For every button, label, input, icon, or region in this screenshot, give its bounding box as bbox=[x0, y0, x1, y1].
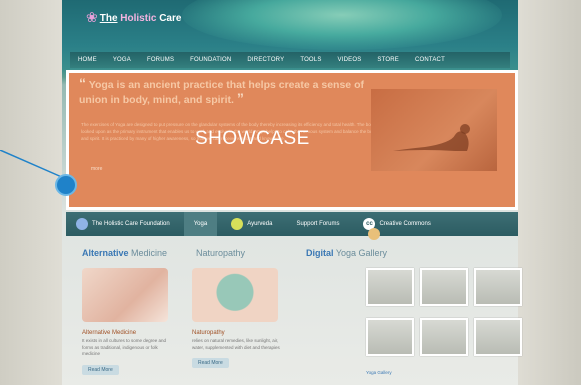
card-heading: Alternative Medicine bbox=[82, 330, 137, 336]
yoga-pose-image bbox=[371, 89, 497, 171]
nav-store[interactable]: STORE bbox=[369, 57, 407, 63]
naturopathy-heading: Naturopathy bbox=[196, 248, 246, 258]
card-heading: Naturopathy bbox=[192, 330, 225, 336]
gallery-thumb[interactable] bbox=[420, 318, 468, 356]
card-text: It exists in all cultures to some degree… bbox=[82, 338, 167, 356]
naturopathy-card: Naturopathy relies on natural remedies, … bbox=[192, 268, 292, 369]
more-link[interactable]: more bbox=[91, 166, 102, 172]
gallery-heading: Digital Yoga Gallery bbox=[306, 248, 388, 258]
close-quote-icon: ” bbox=[236, 90, 244, 106]
yoga-gallery: Yoga Gallery bbox=[366, 268, 522, 375]
nav-yoga[interactable]: YOGA bbox=[105, 57, 139, 63]
showcase-quote: “ Yoga is an ancient practice that helps… bbox=[79, 75, 364, 106]
gallery-label[interactable]: Yoga Gallery bbox=[366, 370, 392, 375]
tab-support-forums[interactable]: Support Forums bbox=[286, 212, 349, 236]
acupuncture-image bbox=[82, 268, 168, 322]
gallery-thumb[interactable] bbox=[366, 318, 414, 356]
nav-directory[interactable]: DIRECTORY bbox=[239, 57, 292, 63]
nav-home[interactable]: HOME bbox=[70, 57, 105, 63]
gallery-thumb[interactable] bbox=[474, 318, 522, 356]
globe-icon bbox=[76, 218, 88, 230]
nav-forums[interactable]: FORUMS bbox=[139, 57, 182, 63]
page-background: ❀ The Holistic Care HOME YOGA FORUMS FOU… bbox=[0, 0, 581, 385]
logo-text: The Holistic Care bbox=[99, 13, 182, 24]
face-mask-image bbox=[192, 268, 278, 322]
showcase-title: SHOWCASE bbox=[195, 128, 310, 149]
nav-contact[interactable]: CONTACT bbox=[407, 57, 453, 63]
showcase-panel: “ Yoga is an ancient practice that helps… bbox=[66, 70, 518, 210]
nav-foundation[interactable]: FOUNDATION bbox=[182, 57, 239, 63]
read-more-button[interactable]: Read More bbox=[192, 358, 229, 368]
showcase-overlay: “ Yoga is an ancient practice that helps… bbox=[69, 73, 515, 207]
open-quote-icon: “ bbox=[79, 75, 86, 91]
header-glow bbox=[182, 0, 502, 50]
gallery-thumb[interactable] bbox=[366, 268, 414, 306]
nav-tools[interactable]: TOOLS bbox=[292, 57, 329, 63]
lotus-icon: ❀ bbox=[86, 9, 98, 25]
alternative-medicine-card: Alternative Medicine It exists in all cu… bbox=[82, 268, 182, 376]
cobra-pose-figure bbox=[393, 124, 470, 151]
content-area: Alternative Medicine Naturopathy Digital… bbox=[66, 238, 522, 385]
website-frame: ❀ The Holistic Care HOME YOGA FORUMS FOU… bbox=[62, 0, 522, 385]
category-tabbar: The Holistic Care Foundation Yoga Ayurve… bbox=[66, 212, 518, 240]
alternative-medicine-heading: Alternative Medicine bbox=[82, 248, 168, 258]
callout-line bbox=[0, 150, 65, 179]
card-text: relies on natural remedies, like sunligh… bbox=[192, 338, 280, 350]
read-more-button[interactable]: Read More bbox=[82, 364, 119, 375]
leaf-icon bbox=[231, 218, 244, 230]
gallery-thumb[interactable] bbox=[474, 268, 522, 306]
tab-ayurveda[interactable]: Ayurveda bbox=[221, 212, 282, 236]
tab-yoga[interactable]: Yoga bbox=[183, 212, 380, 240]
gallery-thumb[interactable] bbox=[420, 268, 468, 306]
nav-videos[interactable]: VIDEOS bbox=[330, 57, 370, 63]
site-logo[interactable]: ❀ The Holistic Care bbox=[86, 10, 181, 24]
main-nav: HOME YOGA FORUMS FOUNDATION DIRECTORY TO… bbox=[70, 52, 510, 68]
callout-marker[interactable] bbox=[55, 174, 77, 196]
tab-creative-commons[interactable]: cc Creative Commons bbox=[353, 212, 440, 236]
tab-foundation[interactable]: The Holistic Care Foundation bbox=[66, 212, 180, 236]
